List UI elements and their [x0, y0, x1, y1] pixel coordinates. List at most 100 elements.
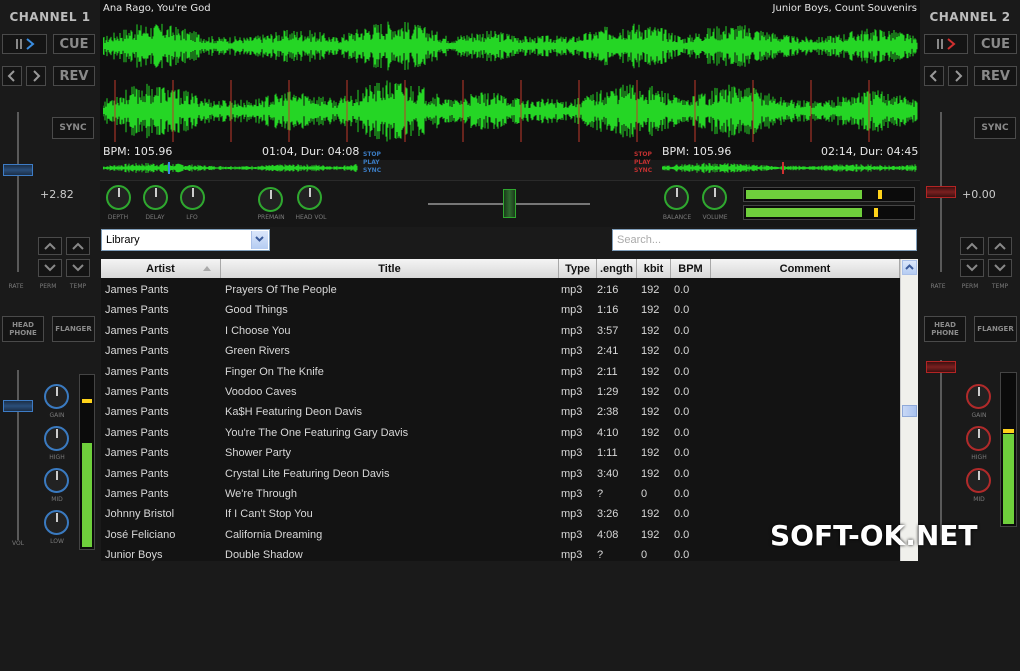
channel1-track-title: Ana Rago, You're God: [103, 3, 211, 14]
channel1-flanger-button[interactable]: FLANGER: [52, 316, 95, 342]
channel1-volume-fader[interactable]: [3, 400, 33, 412]
channel2-cue-button[interactable]: CUE: [974, 34, 1017, 54]
table-row[interactable]: James Pants Prayers Of The People mp3 2:16 1…: [101, 280, 900, 300]
channel2-prev-button[interactable]: [924, 66, 944, 86]
table-row[interactable]: James Pants Crystal Lite Featuring Deon D…: [101, 464, 900, 484]
channel1-play-pause-button[interactable]: [2, 34, 47, 54]
volume-knob[interactable]: [702, 185, 727, 210]
crossfader-handle[interactable]: [503, 189, 516, 218]
cell-type: mp3: [561, 365, 583, 378]
channel2-play-tag[interactable]: PLAY: [634, 159, 658, 167]
cell-type: mp3: [561, 284, 583, 296]
column-header-title[interactable]: Title: [221, 259, 559, 278]
table-row[interactable]: James Pants Good Things mp3 1:16 192 0.0: [101, 300, 900, 320]
play-pause-icon: [937, 38, 956, 50]
scroll-thumb-visible[interactable]: [902, 405, 917, 417]
channel1-rate-down-button[interactable]: [38, 259, 62, 277]
channel2-high-knob[interactable]: [966, 426, 991, 451]
channel1-sync-tag[interactable]: SYNC: [363, 167, 387, 175]
channel1-mid-knob[interactable]: [44, 468, 69, 493]
cell-kbit: 192: [641, 447, 660, 460]
chevron-down-icon: [44, 264, 56, 272]
master-vu-right-peak: [874, 208, 878, 217]
channel2-perm-up-button[interactable]: [988, 237, 1012, 255]
channel2-rate-up-button[interactable]: [960, 237, 984, 255]
table-row[interactable]: James Pants Finger On The Knife mp3 2:11 192…: [101, 362, 900, 382]
cell-bpm: 0.0: [674, 488, 690, 500]
channel2-next-button[interactable]: [948, 66, 968, 86]
chevron-left-icon: [7, 70, 15, 82]
channel2-rate-down-button[interactable]: [960, 259, 984, 277]
channel2-sync-button[interactable]: SYNC: [974, 117, 1016, 139]
channel1-stop-tag[interactable]: STOP: [363, 151, 387, 159]
cell-type: mp3: [561, 324, 583, 337]
channel2-mid-knob[interactable]: [966, 468, 991, 493]
channel1-perm-up-button[interactable]: [66, 237, 90, 255]
channel1-play-tag[interactable]: PLAY: [363, 159, 387, 167]
channel1-low-knob[interactable]: [44, 510, 69, 535]
search-input[interactable]: Search...: [612, 229, 917, 251]
channel2-perm-down-button[interactable]: [988, 259, 1012, 277]
master-vu-left-fill: [746, 190, 862, 199]
table-row[interactable]: James Pants Shower Party mp3 1:11 192 0.0: [101, 443, 900, 463]
channel1-gain-knob[interactable]: [44, 384, 69, 409]
channel1-high-knob[interactable]: [44, 426, 69, 451]
head-vol-knob[interactable]: [297, 185, 322, 210]
cell-type: mp3: [561, 304, 583, 317]
table-row[interactable]: James Pants Voodoo Caves mp3 1:29 192 0.0: [101, 382, 900, 402]
cell-kbit: 192: [641, 467, 660, 480]
channel1-vol-label: VOL: [11, 540, 25, 547]
library-dropdown-button[interactable]: [251, 231, 268, 249]
watermark-text: SOFT-OK.NET: [770, 518, 978, 552]
premain-knob[interactable]: [258, 187, 283, 212]
column-header-bpm[interactable]: BPM: [671, 259, 711, 278]
column-header-artist[interactable]: Artist: [101, 259, 221, 278]
library-source-select[interactable]: Library: [101, 229, 270, 251]
channel2-sync-tags[interactable]: STOP PLAY SYNC: [634, 151, 658, 175]
channel2-sync-tag[interactable]: SYNC: [634, 167, 658, 175]
channel1-rate-up-button[interactable]: [38, 237, 62, 255]
column-header-type[interactable]: Type: [559, 259, 597, 278]
channel2-vu-meter: [1000, 372, 1017, 527]
channel2-flanger-button[interactable]: FLANGER: [974, 316, 1017, 342]
channel1-pitch-fader[interactable]: [3, 164, 33, 176]
chevron-down-icon: [72, 264, 84, 272]
channel1-headphone-button[interactable]: HEAD PHONE: [2, 316, 44, 342]
table-row[interactable]: James Pants Ka$H Featuring Deon Davis mp3 2…: [101, 402, 900, 422]
channel2-volume-fader[interactable]: [926, 361, 956, 373]
column-header-length[interactable]: .ength: [597, 259, 637, 278]
balance-knob[interactable]: [664, 185, 689, 210]
column-header-comment[interactable]: Comment: [711, 259, 900, 278]
chevron-down-icon: [994, 264, 1006, 272]
table-row[interactable]: James Pants Green Rivers mp3 2:41 192 0.0: [101, 341, 900, 361]
channel2-vu-fill: [1003, 434, 1014, 524]
channel2-overview-waveform[interactable]: [662, 162, 917, 174]
depth-knob[interactable]: [106, 185, 131, 210]
channel1-perm-down-button[interactable]: [66, 259, 90, 277]
column-header-kbit[interactable]: kbit: [637, 259, 671, 278]
balance-label: BALANCE: [662, 214, 692, 221]
channel2-rev-button[interactable]: REV: [974, 66, 1017, 86]
channel1-cue-button[interactable]: CUE: [53, 34, 95, 54]
channel1-next-button[interactable]: [26, 66, 46, 86]
channel2-stop-tag[interactable]: STOP: [634, 151, 658, 159]
channel1-prev-button[interactable]: [2, 66, 22, 86]
scroll-up-button[interactable]: [902, 260, 917, 275]
delay-knob[interactable]: [143, 185, 168, 210]
channel1-sync-button[interactable]: SYNC: [52, 117, 94, 139]
channel2-play-pause-button[interactable]: [924, 34, 968, 54]
table-row[interactable]: James Pants I Choose You mp3 3:57 192 0.0: [101, 321, 900, 341]
channel2-headphone-button[interactable]: HEAD PHONE: [924, 316, 966, 342]
channel1-overview-waveform[interactable]: [103, 162, 358, 174]
channel2-pitch-fader[interactable]: [926, 186, 956, 198]
lfo-knob[interactable]: [180, 185, 205, 210]
table-row[interactable]: James Pants You're The One Featuring Gary…: [101, 423, 900, 443]
cell-title: Ka$H Featuring Deon Davis: [225, 406, 362, 419]
table-row[interactable]: James Pants We're Through mp3? 0 0.0: [101, 484, 900, 504]
channel1-vu-meter: [79, 374, 95, 550]
channel1-rev-button[interactable]: REV: [53, 66, 95, 86]
scroll-thumb[interactable]: [902, 659, 917, 671]
chevron-up-icon: [905, 264, 914, 270]
channel2-gain-knob[interactable]: [966, 384, 991, 409]
channel1-sync-tags[interactable]: STOP PLAY SYNC: [363, 151, 387, 175]
